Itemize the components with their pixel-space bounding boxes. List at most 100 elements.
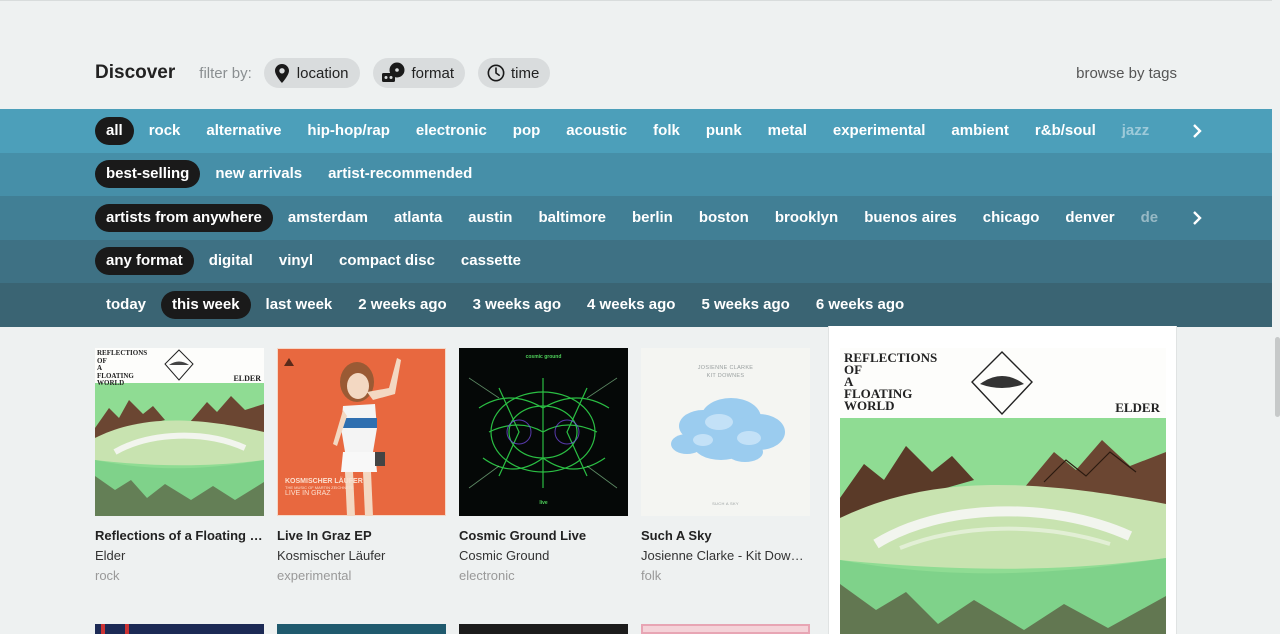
album-art-row2-2[interactable] [277, 624, 446, 634]
row2-accent [101, 624, 105, 634]
genre-all[interactable]: all [95, 116, 134, 145]
location-austin[interactable]: austin [457, 204, 523, 232]
genre-folk[interactable]: folk [642, 117, 691, 145]
album-title[interactable]: Such A Sky [641, 528, 810, 543]
sort-artist-recommended[interactable]: artist-recommended [317, 160, 483, 188]
album-card[interactable]: JOSIENNE CLARKE KIT DOWNES SUCH A SKY Su… [641, 348, 810, 583]
genre-next-arrow-icon[interactable] [1188, 121, 1206, 141]
album-artist[interactable]: Cosmic Ground [459, 548, 628, 563]
album-artist[interactable]: Josienne Clarke - Kit Downes [641, 548, 810, 563]
genre-hip-hop-rap[interactable]: hip-hop/rap [296, 117, 401, 145]
time-today[interactable]: today [95, 291, 157, 319]
art-line: WORLD [97, 379, 125, 387]
album-card[interactable]: REFLECTIONS OF A FLOATING WORLD ELDER Re… [95, 348, 264, 583]
filter-location-label: location [296, 64, 349, 82]
location-amsterdam[interactable]: amsterdam [277, 204, 379, 232]
format-compact-disc[interactable]: compact disc [328, 247, 446, 275]
page-scrollbar[interactable] [1275, 337, 1280, 417]
album-genre: experimental [277, 568, 352, 583]
location-anywhere[interactable]: artists from anywhere [95, 203, 273, 232]
location-pin-icon [273, 63, 291, 83]
filter-format-button[interactable]: format [372, 58, 466, 88]
album-title[interactable]: Reflections of a Floating World [95, 528, 264, 543]
album-art-cosmic-ground[interactable]: cosmic ground live [459, 348, 628, 516]
page-title: Discover [95, 62, 176, 83]
art-line: OF [97, 356, 107, 365]
elder-art-text: REFLECTIONS OF A FLOATING WORLD [97, 349, 147, 388]
sky-art-text: JOSIENNE CLARKE KIT DOWNES [641, 364, 810, 380]
art-line: KIT DOWNES [706, 373, 745, 379]
album-art-row2-4[interactable] [641, 624, 810, 634]
album-title[interactable]: Cosmic Ground Live [459, 528, 628, 543]
genre-rnb-soul[interactable]: r&b/soul [1024, 117, 1107, 145]
time-4-weeks-ago[interactable]: 4 weeks ago [576, 291, 686, 319]
album-genre: rock [95, 568, 120, 583]
location-boston[interactable]: boston [688, 204, 760, 232]
genre-alternative[interactable]: alternative [195, 117, 292, 145]
format-any[interactable]: any format [95, 247, 194, 276]
format-vinyl[interactable]: vinyl [268, 247, 324, 275]
time-3-weeks-ago[interactable]: 3 weeks ago [462, 291, 572, 319]
time-last-week[interactable]: last week [255, 291, 344, 319]
filter-format-label: format [411, 64, 455, 82]
art-line: KOSMISCHER LÄUFER [285, 478, 363, 485]
genre-experimental[interactable]: experimental [822, 117, 937, 145]
filter-location-button[interactable]: location [263, 58, 360, 88]
genre-rock[interactable]: rock [138, 117, 192, 145]
location-denver[interactable]: denver [1054, 204, 1125, 232]
time-6-weeks-ago[interactable]: 6 weeks ago [805, 291, 915, 319]
format-digital[interactable]: digital [198, 247, 264, 275]
location-berlin[interactable]: berlin [621, 204, 684, 232]
genre-fade-overlay [1162, 109, 1272, 153]
browse-by-tags-link[interactable]: browse by tags [1076, 65, 1177, 82]
filter-time-button[interactable]: time [478, 58, 551, 88]
album-art-row2-3[interactable] [459, 624, 628, 634]
featured-art-band: ELDER [1115, 400, 1160, 415]
location-chicago[interactable]: chicago [972, 204, 1051, 232]
format-cassette[interactable]: cassette [450, 247, 532, 275]
row2-accent [125, 624, 129, 634]
location-baltimore[interactable]: baltimore [527, 204, 617, 232]
art-line: WORLD [844, 398, 895, 413]
genre-punk[interactable]: punk [695, 117, 753, 145]
album-card[interactable]: KOSMISCHER LÄUFER THE MUSIC OF MARTIN ZE… [277, 348, 446, 583]
album-art-elder[interactable]: REFLECTIONS OF A FLOATING WORLD ELDER [95, 348, 264, 516]
art-line: LIVE IN GRAZ [285, 490, 331, 497]
clock-icon [487, 63, 505, 83]
album-title[interactable]: Live In Graz EP [277, 528, 446, 543]
album-art-live-in-graz[interactable]: KOSMISCHER LÄUFER THE MUSIC OF MARTIN ZE… [277, 348, 446, 516]
genre-metal[interactable]: metal [757, 117, 818, 145]
location-atlanta[interactable]: atlanta [383, 204, 453, 232]
genre-acoustic[interactable]: acoustic [555, 117, 638, 145]
discover-header: Discover filter by: location format time… [95, 58, 1177, 88]
format-icon [381, 62, 406, 83]
location-brooklyn[interactable]: brooklyn [764, 204, 849, 232]
album-artist[interactable]: Elder [95, 548, 264, 563]
time-2-weeks-ago[interactable]: 2 weeks ago [347, 291, 457, 319]
location-buenos-aires[interactable]: buenos aires [853, 204, 968, 232]
genre-pop[interactable]: pop [502, 117, 552, 145]
album-artist[interactable]: Kosmischer Läufer [277, 548, 446, 563]
elder-art-band: ELDER [233, 374, 261, 383]
album-art-such-a-sky[interactable]: JOSIENNE CLARKE KIT DOWNES SUCH A SKY [641, 348, 810, 516]
time-this-week[interactable]: this week [161, 290, 251, 319]
album-art-row2-1[interactable] [95, 624, 264, 634]
filter-time-label: time [511, 64, 540, 82]
top-divider [0, 0, 1272, 1]
format-filter-bar: any format digital vinyl compact disc ca… [0, 239, 1272, 283]
graz-art-text: KOSMISCHER LÄUFER THE MUSIC OF MARTIN ZE… [285, 478, 363, 497]
genre-ambient[interactable]: ambient [940, 117, 1020, 145]
genre-filter-bar: all rock alternative hip-hop/rap electro… [0, 109, 1272, 153]
art-line: OF [844, 362, 863, 377]
genre-electronic[interactable]: electronic [405, 117, 498, 145]
sort-best-selling[interactable]: best-selling [95, 160, 201, 189]
time-filter-bar: today this week last week 2 weeks ago 3 … [0, 283, 1272, 327]
location-next-arrow-icon[interactable] [1188, 208, 1206, 228]
featured-art-text: REFLECTIONS OF A FLOATING WORLD [844, 351, 937, 413]
genre-jazz[interactable]: jazz [1111, 117, 1161, 145]
featured-album-art[interactable]: REFLECTIONS OF A FLOATING WORLD ELDER [840, 348, 1166, 634]
sort-new-arrivals[interactable]: new arrivals [204, 160, 313, 188]
featured-album-panel: REFLECTIONS OF A FLOATING WORLD ELDER [828, 326, 1177, 634]
time-5-weeks-ago[interactable]: 5 weeks ago [690, 291, 800, 319]
album-card[interactable]: cosmic ground live Cosmic Ground Live Co… [459, 348, 628, 583]
